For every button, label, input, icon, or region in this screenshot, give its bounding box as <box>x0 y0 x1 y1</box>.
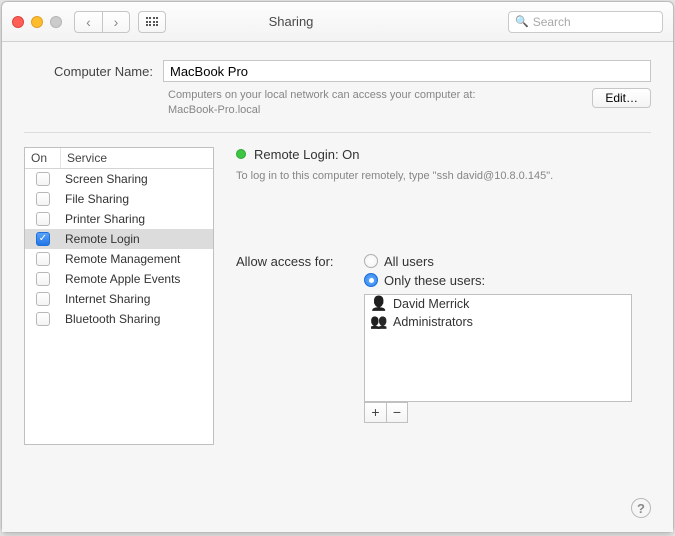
body-row: On Service Screen Sharing File Sharing Pri… <box>24 147 651 492</box>
service-checkbox[interactable] <box>36 252 50 266</box>
service-name: Screen Sharing <box>61 172 213 186</box>
computer-name-section: Computer Name: Computers on your local n… <box>24 60 651 118</box>
service-name: Remote Management <box>61 252 213 266</box>
service-checkbox[interactable] <box>36 212 50 226</box>
maximize-window-button <box>50 16 62 28</box>
close-window-button[interactable] <box>12 16 24 28</box>
service-checkbox[interactable] <box>36 172 50 186</box>
user-item[interactable]: 👤 David Merrick <box>365 295 631 313</box>
service-name: Printer Sharing <box>61 212 213 226</box>
sharing-window: ‹ › Sharing 🔍 Search Computer Name: Comp… <box>1 1 674 533</box>
radio-all-users[interactable]: All users <box>364 254 485 269</box>
traffic-lights <box>12 16 62 28</box>
service-row[interactable]: Screen Sharing <box>25 169 213 189</box>
access-label: Allow access for: <box>236 254 356 269</box>
user-name: David Merrick <box>393 297 469 311</box>
service-name: File Sharing <box>61 192 213 206</box>
person-icon: 👤 <box>371 297 387 311</box>
search-placeholder: Search <box>533 15 571 29</box>
status-dot-icon <box>236 149 246 159</box>
service-name: Bluetooth Sharing <box>61 312 213 326</box>
ssh-hint: To log in to this computer remotely, typ… <box>236 170 651 182</box>
service-name: Remote Login <box>61 232 213 246</box>
service-checkbox[interactable] <box>36 312 50 326</box>
services-header: On Service <box>25 148 213 169</box>
service-detail: Remote Login: On To log in to this compu… <box>236 147 651 492</box>
user-name: Administrators <box>393 315 473 329</box>
radio-all-label: All users <box>384 254 434 269</box>
radio-only-label: Only these users: <box>384 273 485 288</box>
services-table: On Service Screen Sharing File Sharing Pri… <box>24 147 214 445</box>
service-row[interactable]: Internet Sharing <box>25 289 213 309</box>
computer-name-hint: Computers on your local network can acce… <box>168 88 578 118</box>
service-row[interactable]: Remote Login <box>25 229 213 249</box>
radio-only-users[interactable]: Only these users: <box>364 273 485 288</box>
edit-hostname-button[interactable]: Edit… <box>592 88 651 108</box>
service-name: Internet Sharing <box>61 292 213 306</box>
radio-icon <box>364 273 378 287</box>
services-body: Screen Sharing File Sharing Printer Sharin… <box>25 169 213 329</box>
search-input[interactable]: 🔍 Search <box>508 11 663 33</box>
search-icon: 🔍 <box>515 15 529 28</box>
service-row[interactable]: File Sharing <box>25 189 213 209</box>
service-checkbox[interactable] <box>36 292 50 306</box>
window-title: Sharing <box>74 14 508 29</box>
service-checkbox[interactable] <box>36 272 50 286</box>
column-on: On <box>25 148 61 168</box>
access-block: Allow access for: All users Only these u… <box>236 254 651 423</box>
status-row: Remote Login: On <box>236 147 651 162</box>
divider <box>24 132 651 133</box>
status-text: Remote Login: On <box>254 147 360 162</box>
minimize-window-button[interactable] <box>31 16 43 28</box>
service-row[interactable]: Printer Sharing <box>25 209 213 229</box>
radio-icon <box>364 254 378 268</box>
add-user-button[interactable]: + <box>364 402 386 423</box>
help-button[interactable]: ? <box>631 498 651 518</box>
column-service: Service <box>61 148 213 168</box>
service-checkbox[interactable] <box>36 232 50 246</box>
user-item[interactable]: 👥 Administrators <box>365 313 631 331</box>
content-area: Computer Name: Computers on your local n… <box>2 42 673 532</box>
computer-name-input[interactable] <box>163 60 651 82</box>
service-row[interactable]: Remote Apple Events <box>25 269 213 289</box>
service-row[interactable]: Bluetooth Sharing <box>25 309 213 329</box>
computer-name-label: Computer Name: <box>54 64 153 79</box>
titlebar: ‹ › Sharing 🔍 Search <box>2 2 673 42</box>
service-checkbox[interactable] <box>36 192 50 206</box>
service-row[interactable]: Remote Management <box>25 249 213 269</box>
allowed-users-list[interactable]: 👤 David Merrick 👥 Administrators <box>364 294 632 402</box>
group-icon: 👥 <box>371 315 387 329</box>
remove-user-button[interactable]: − <box>386 402 408 423</box>
service-name: Remote Apple Events <box>61 272 213 286</box>
